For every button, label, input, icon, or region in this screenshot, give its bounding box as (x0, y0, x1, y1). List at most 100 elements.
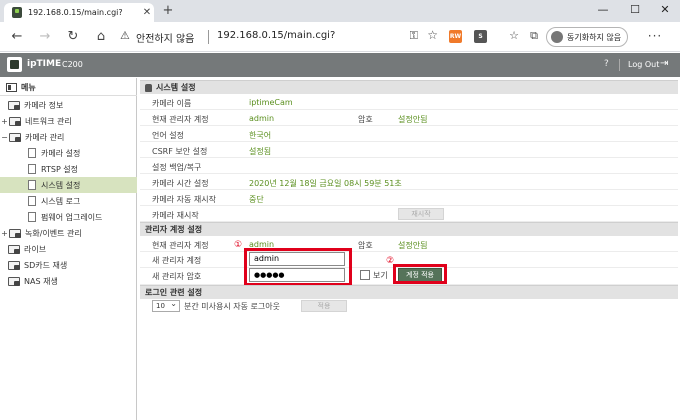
folder-icon (8, 260, 20, 270)
folder-icon (9, 228, 21, 238)
sidebar-title: 메뉴 (21, 83, 36, 92)
new-tab-button[interactable]: + (160, 3, 176, 19)
profile-sync-button[interactable]: 동기화하지 않음 (546, 27, 628, 47)
row-camera-restart: 카메라 재시작 재시작 (140, 207, 678, 222)
browser-tabstrip: 192.168.0.15/main.cgi? ✕ + — ☐ ✕ (0, 0, 680, 22)
forward-button[interactable]: → (36, 28, 54, 46)
extension-s-icon[interactable]: S (474, 30, 487, 43)
bookmark-star-icon[interactable]: ☆ (427, 28, 438, 42)
folder-icon (9, 116, 21, 126)
page-icon (28, 180, 36, 190)
logout-apply-button[interactable]: 적용 (301, 300, 347, 312)
row-auto-restart: 카메라 자동 재시작 중단 (140, 191, 678, 206)
app-brand: ipTIME (27, 59, 62, 69)
sidebar-item-rtsp[interactable]: RTSP 설정 (0, 161, 137, 177)
sidebar-item-camera-info[interactable]: 카메라 정보 (0, 97, 137, 113)
auto-restart-link[interactable]: 중단 (249, 194, 264, 205)
login-settings-header: 로그인 관련 설정 (140, 285, 678, 299)
row-auto-logout: 10 분간 미사용시 자동 로그아웃 적용 (140, 299, 678, 314)
home-button[interactable]: ⌂ (92, 28, 110, 46)
camera-name-link[interactable]: iptimeCam (249, 98, 293, 107)
auto-logout-label: 분간 미사용시 자동 로그아웃 (184, 302, 280, 311)
sidebar-item-system-log[interactable]: 시스템 로그 (0, 193, 137, 209)
row-camera-name: 카메라 이름 iptimeCam (140, 95, 678, 110)
sidebar-item-camera-settings[interactable]: 카메라 설정 (0, 145, 137, 161)
warning-icon[interactable]: ⚠ (120, 29, 130, 42)
sidebar-item-nas-playback[interactable]: NAS 재생 (0, 273, 137, 289)
reload-button[interactable]: ↻ (64, 28, 82, 46)
sidebar: 메뉴 카메라 정보 + 네트워크 관리 − 카메라 관리 카메라 설정 RTSP… (0, 78, 137, 420)
folder-icon (8, 100, 20, 110)
highlight-box-apply (393, 264, 447, 284)
expand-icon[interactable]: + (0, 117, 9, 126)
row-backup[interactable]: 설정 백업/복구 (140, 159, 678, 174)
sidebar-item-live[interactable]: 라이브 (0, 241, 137, 257)
logout-link[interactable]: Log Out (628, 60, 659, 69)
security-warning[interactable]: 안전하지 않음 (136, 30, 194, 45)
current-admin-link[interactable]: admin (249, 114, 274, 123)
iptime-logo-icon (7, 57, 22, 72)
window-minimize-button[interactable]: — (588, 0, 618, 22)
extension-rw-icon[interactable]: RW (449, 30, 462, 43)
folder-icon (8, 244, 20, 254)
url-text[interactable]: 192.168.0.15/main.cgi? (217, 30, 335, 41)
help-button[interactable]: ? (604, 59, 609, 69)
window-close-button[interactable]: ✕ (650, 0, 680, 22)
folder-icon (8, 276, 20, 286)
app-header: ipTIME C200 ? Log Out ⇥ (0, 53, 680, 77)
tab-close-icon[interactable]: ✕ (140, 7, 154, 18)
sidebar-item-system-settings[interactable]: 시스템 설정 (0, 177, 137, 193)
account-password-status: 설정안됨 (398, 241, 428, 250)
key-icon[interactable]: ⚿ (410, 29, 418, 43)
collapse-icon[interactable]: − (0, 133, 9, 142)
address-bar[interactable]: ⚠ 안전하지 않음 192.168.0.15/main.cgi? ⚿ ☆ (120, 26, 440, 48)
iptime-favicon-icon (12, 7, 22, 18)
row-camera-time: 카메라 시간 설정 2020년 12월 18일 금요일 08시 59분 51초 (140, 175, 678, 190)
csrf-link[interactable]: 설정됨 (249, 146, 271, 157)
sidebar-item-firmware[interactable]: 펌웨어 업그레이드 (0, 209, 137, 225)
page-icon (28, 164, 36, 174)
logout-icon[interactable]: ⇥ (660, 58, 668, 69)
main-content: 시스템 설정 카메라 이름 iptimeCam 현재 관리자 계정 admin … (138, 78, 680, 420)
menu-icon (6, 83, 17, 92)
marker-one: ① (234, 240, 243, 250)
more-menu-button[interactable]: ··· (640, 29, 670, 43)
system-settings-header: 시스템 설정 (140, 80, 678, 94)
tab-title: 192.168.0.15/main.cgi? (28, 8, 123, 17)
browser-toolbar: ← → ↻ ⌂ ⚠ 안전하지 않음 192.168.0.15/main.cgi?… (0, 22, 680, 52)
logout-minutes-select[interactable]: 10 (152, 299, 180, 312)
sidebar-item-network[interactable]: + 네트워크 관리 (0, 113, 137, 129)
row-language: 언어 설정 한국어 (140, 127, 678, 142)
row-current-admin: 현재 관리자 계정 admin 암호 설정안됨 (140, 111, 678, 126)
sidebar-header: 메뉴 (0, 80, 137, 96)
sidebar-item-camera-manage[interactable]: − 카메라 관리 (0, 129, 137, 145)
expand-icon[interactable]: + (0, 229, 9, 238)
password-status-link[interactable]: 설정안됨 (398, 114, 427, 125)
app-model: C200 (62, 60, 83, 69)
folder-icon (9, 132, 21, 142)
favorites-icon[interactable]: ☆ (506, 29, 522, 42)
browser-tab[interactable]: 192.168.0.15/main.cgi? ✕ (4, 3, 154, 22)
sync-label: 동기화하지 않음 (567, 32, 622, 42)
page-icon (28, 196, 36, 206)
page-icon (28, 148, 36, 158)
highlight-box-credentials (244, 248, 352, 286)
header-divider (619, 59, 620, 71)
sidebar-item-recording[interactable]: + 녹화/이벤트 관리 (0, 225, 137, 241)
row-csrf: CSRF 보안 설정 설정됨 (140, 143, 678, 158)
profile-avatar (551, 31, 563, 43)
collections-icon[interactable]: ⧉ (526, 29, 542, 43)
language-link[interactable]: 한국어 (249, 130, 271, 141)
show-password-checkbox[interactable] (360, 270, 370, 280)
page-icon (28, 212, 36, 222)
back-button[interactable]: ← (8, 28, 26, 46)
account-settings-header: 관리자 계정 설정 (140, 222, 678, 236)
window-maximize-button[interactable]: ☐ (620, 0, 650, 22)
row-account-current: 현재 관리자 계정 admin 암호 설정안됨 (140, 237, 678, 252)
lock-icon (145, 83, 152, 92)
camera-time-link[interactable]: 2020년 12월 18일 금요일 08시 59분 51초 (249, 178, 402, 189)
sidebar-item-sd-playback[interactable]: SD카드 재생 (0, 257, 137, 273)
restart-button[interactable]: 재시작 (398, 208, 444, 220)
address-divider (208, 30, 209, 44)
show-password-label: 보기 (373, 271, 388, 280)
